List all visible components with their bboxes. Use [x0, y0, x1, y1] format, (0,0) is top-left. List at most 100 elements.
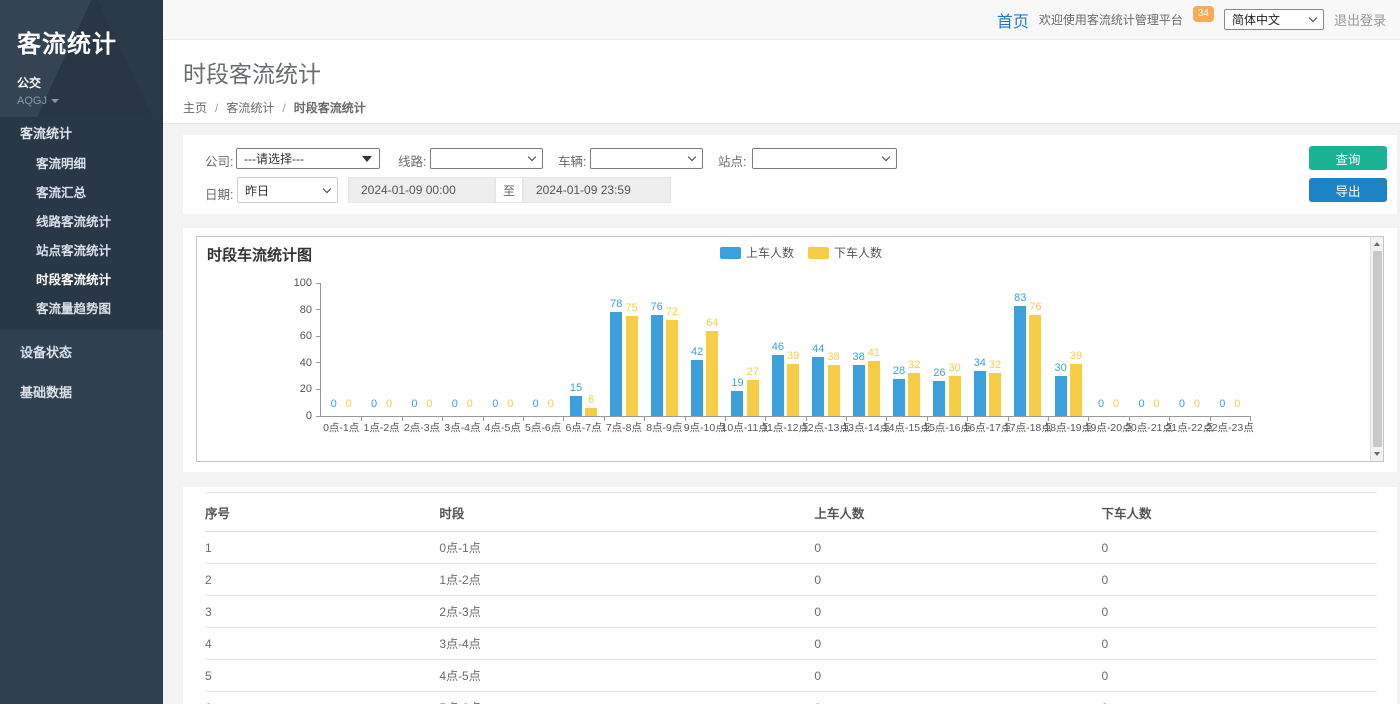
sidebar: 客流统计 公交 AQGJ 客流统计 客流明细客流汇总线路客流统计站点客流统计时段… — [0, 0, 163, 704]
scrollbar-up-arrow[interactable] — [1371, 237, 1383, 251]
export-button[interactable]: 导出 — [1309, 178, 1387, 202]
sidebar-item-base-data[interactable]: 基础数据 — [0, 376, 163, 410]
bar-value-label: 28 — [893, 366, 905, 377]
x-axis-label: 5点-6点 — [525, 420, 561, 435]
bar-column: 0 — [1191, 284, 1203, 416]
sidebar-section-passenger-stats: 客流统计 客流明细客流汇总线路客流统计站点客流统计时段客流统计客流量趋势图 — [0, 117, 163, 330]
bar-column: 0 — [1231, 284, 1243, 416]
sidebar-subitem[interactable]: 站点客流统计 — [0, 237, 163, 266]
legend-swatch — [720, 247, 741, 259]
bar-group: 837617点-18点 — [1008, 284, 1048, 416]
x-axis-label: 2点-3点 — [404, 420, 440, 435]
table-row: 32点-3点00 — [205, 596, 1377, 628]
org-code-dropdown[interactable]: AQGJ — [17, 95, 153, 107]
bar-column: 42 — [691, 284, 703, 416]
date-end-input[interactable]: 2024-01-09 23:59 — [523, 177, 671, 203]
sidebar-subitem[interactable]: 客流明细 — [0, 150, 163, 179]
bar-value-label: 0 — [386, 399, 392, 410]
bar-group: 002点-3点 — [402, 284, 442, 416]
bar-value-label: 0 — [533, 399, 539, 410]
sidebar-item-passenger-stats[interactable]: 客流统计 — [0, 117, 163, 150]
y-axis-tick-label: 100 — [294, 277, 312, 289]
bar — [974, 371, 986, 416]
bar-value-label: 78 — [610, 299, 622, 310]
triangle-down-icon — [362, 156, 372, 162]
sidebar-subitem[interactable]: 时段客流统计 — [0, 266, 163, 295]
welcome-text: 欢迎使用客流统计管理平台 — [1039, 11, 1183, 28]
vehicle-select[interactable] — [590, 148, 703, 169]
bar-group: 263015点-16点 — [927, 284, 967, 416]
bar-group: 0021点-22点 — [1169, 284, 1209, 416]
bar — [626, 316, 638, 416]
bar-column: 0 — [1110, 284, 1122, 416]
bar-column: 26 — [933, 284, 945, 416]
table-row: 65点-6点00 — [205, 692, 1377, 704]
chart-box: 时段车流统计图 上车人数下车人数 020406080100000点-1点001点… — [196, 236, 1384, 462]
date-start-input[interactable]: 2024-01-09 00:00 — [348, 177, 495, 203]
bar-column: 30 — [949, 284, 961, 416]
bar-value-label: 0 — [1113, 399, 1119, 410]
bar-group: 283214点-15点 — [886, 284, 926, 416]
query-button[interactable]: 查询 — [1309, 146, 1387, 170]
bar-value-label: 30 — [1054, 363, 1066, 374]
breadcrumb-passenger-stats[interactable]: 客流统计 — [226, 99, 274, 116]
bar-column: 83 — [1014, 284, 1026, 416]
sidebar-subitem[interactable]: 客流量趋势图 — [0, 295, 163, 324]
bar-column: 76 — [1029, 284, 1041, 416]
scrollbar-down-arrow[interactable] — [1371, 447, 1383, 461]
bar-group: 42649点-10点 — [685, 284, 725, 416]
logout-link[interactable]: 退出登录 — [1334, 10, 1386, 29]
table-header-period: 时段 — [439, 493, 814, 532]
bar-column: 0 — [383, 284, 395, 416]
bar — [853, 365, 865, 416]
bar-group: 76728点-9点 — [644, 284, 684, 416]
table-cell: 0 — [1102, 660, 1377, 692]
home-link[interactable]: 首页 — [997, 8, 1029, 32]
bar-value-label: 0 — [548, 399, 554, 410]
chevron-down-icon — [323, 184, 331, 192]
bar-group: 78757点-8点 — [604, 284, 644, 416]
table-cell: 5 — [205, 660, 439, 692]
sidebar-item-device-status[interactable]: 设备状态 — [0, 336, 163, 370]
triangle-up-icon — [1374, 242, 1380, 246]
table-header-boarding: 上车人数 — [814, 493, 1101, 532]
y-axis-tick-label: 20 — [300, 383, 312, 395]
breadcrumb-separator: / — [282, 101, 285, 115]
breadcrumb-current: 时段客流统计 — [294, 99, 366, 116]
sidebar-subitem[interactable]: 客流汇总 — [0, 179, 163, 208]
date-preset-select[interactable]: 昨日 — [237, 177, 338, 203]
x-axis-label: 8点-9点 — [646, 420, 682, 435]
bar-value-label: 39 — [1070, 351, 1082, 362]
x-axis-label: 6点-7点 — [565, 420, 601, 435]
bar-column: 6 — [585, 284, 597, 416]
station-select[interactable] — [752, 148, 897, 169]
line-select[interactable] — [430, 148, 543, 169]
chart-legend: 上车人数下车人数 — [720, 244, 882, 261]
bar-group: 0022点-23点 — [1210, 284, 1250, 416]
bar — [651, 315, 663, 416]
bar-value-label: 30 — [949, 363, 961, 374]
bar-value-label: 64 — [706, 318, 718, 329]
table-panel: 序号 时段 上车人数 下车人数 10点-1点0021点-2点0032点-3点00… — [183, 487, 1397, 704]
table-cell: 2 — [205, 564, 439, 596]
scrollbar-thumb[interactable] — [1373, 251, 1382, 447]
topbar: 首页 欢迎使用客流统计管理平台 34 简体中文 退出登录 — [163, 0, 1400, 40]
sidebar-logo-area: 客流统计 公交 AQGJ — [0, 0, 163, 117]
bar-column: 19 — [731, 284, 743, 416]
chart-scrollbar[interactable] — [1370, 237, 1383, 461]
bar — [893, 379, 905, 416]
language-select[interactable]: 简体中文 — [1224, 9, 1324, 30]
bar-column: 30 — [1054, 284, 1066, 416]
table-cell: 2点-3点 — [439, 596, 814, 628]
breadcrumb-home[interactable]: 主页 — [183, 99, 207, 116]
bar-value-label: 0 — [1194, 399, 1200, 410]
sidebar-subitem[interactable]: 线路客流统计 — [0, 208, 163, 237]
bar — [1014, 306, 1026, 416]
bar-value-label: 39 — [787, 351, 799, 362]
content: 公司: ---请选择--- 线路: 车辆: 站点: 日期: 昨日 2024-01… — [163, 124, 1400, 704]
company-select[interactable]: ---请选择--- — [236, 148, 380, 169]
breadcrumb-separator: / — [215, 101, 218, 115]
bar-value-label: 42 — [691, 347, 703, 358]
line-label: 线路: — [398, 151, 426, 170]
bar-column: 0 — [1176, 284, 1188, 416]
